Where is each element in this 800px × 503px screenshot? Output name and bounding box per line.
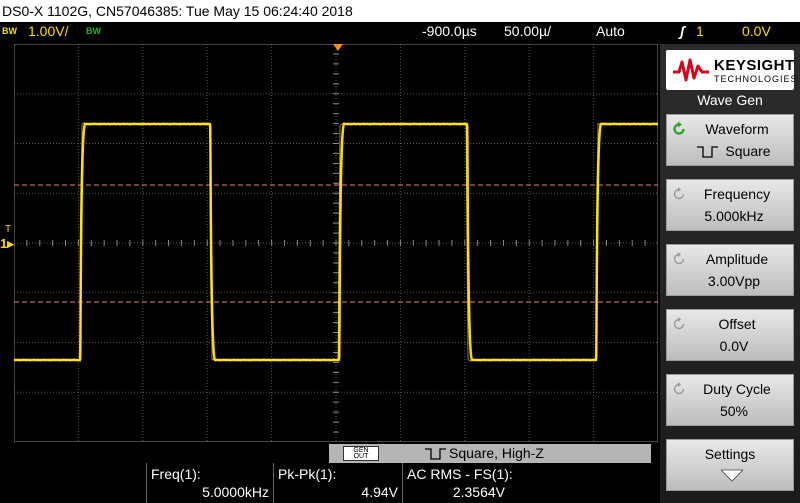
brand-subtitle: TECHNOLOGIES — [714, 74, 798, 84]
wavegen-status-bar: GEN OUT Square, High-Z — [329, 444, 651, 463]
square-wave-icon — [425, 448, 446, 460]
title-bar: DS0-X 1102G, CN57046385: Tue May 15 06:2… — [0, 0, 800, 22]
trigger-status: ʃ 1 0.0V — [660, 22, 800, 41]
measurement-freq[interactable]: Freq(1): 5.0000kHz — [146, 463, 273, 503]
gen-out-badge: GEN OUT — [343, 446, 379, 461]
softkey-waveform[interactable]: Waveform Square — [666, 114, 794, 166]
measurement-value: 5.0000kHz — [202, 484, 269, 500]
title-text: DS0-X 1102G, CN57046385: Tue May 15 06:2… — [2, 3, 353, 19]
softkey-frequency-label: Frequency — [703, 186, 771, 202]
gen-out-line2: OUT — [353, 453, 369, 460]
status-bar: BW 1.00V/ BW -900.0µs 50.00µ/ Auto — [0, 22, 660, 41]
softkey-offset-label: Offset — [718, 316, 756, 332]
softkey-amplitude-value: 3.00Vpp — [707, 273, 761, 289]
trigger-level[interactable]: 0.0V — [742, 22, 771, 41]
measurement-label: Pk-Pk(1): — [278, 466, 337, 482]
ch1-vertical-scale[interactable]: 1.00V/ — [28, 22, 68, 41]
keysight-wave-icon — [673, 58, 709, 82]
softkey-amplitude-label: Amplitude — [705, 251, 769, 267]
brand-name: KEYSIGHT — [714, 57, 795, 74]
waveform-display[interactable]: T 1▸ — [0, 44, 658, 442]
softkey-amplitude[interactable]: Amplitude 3.00Vpp — [666, 244, 794, 296]
softkey-duty-cycle-label: Duty Cycle — [703, 381, 771, 397]
measurement-ac-rms[interactable]: AC RMS - FS(1): 2.3564V — [402, 463, 513, 503]
softkey-settings-label: Settings — [704, 446, 756, 462]
wavegen-status-text: Square, High-Z — [449, 445, 544, 461]
ch2-bw-limit-badge: BW — [86, 26, 101, 36]
softkey-offset[interactable]: Offset 0.0V — [666, 309, 794, 361]
ch1-bw-limit-badge: BW — [2, 26, 17, 36]
measurement-value: 2.3564V — [452, 484, 505, 500]
softkey-waveform-value-text: Square — [725, 143, 771, 159]
measurement-bar: Freq(1): 5.0000kHz Pk-Pk(1): 4.94V AC RM… — [0, 463, 660, 503]
softkey-waveform-value: Square — [667, 143, 793, 159]
time-position[interactable]: -900.0µs — [422, 22, 477, 41]
softkey-waveform-label: Waveform — [705, 121, 769, 137]
square-wave-icon — [697, 146, 719, 158]
brand-logo: KEYSIGHT TECHNOLOGIES — [666, 50, 797, 90]
measurement-value: 4.94V — [361, 484, 398, 500]
trigger-edge-icon: ʃ — [680, 23, 685, 39]
time-scale[interactable]: 50.00µ/ — [504, 22, 551, 41]
ch1-ground-marker[interactable]: 1▸ — [0, 236, 14, 252]
softkey-offset-value: 0.0V — [719, 338, 749, 354]
softkey-duty-cycle-value: 50% — [719, 403, 749, 419]
trigger-mode[interactable]: Auto — [596, 22, 625, 41]
measurement-pkpk[interactable]: Pk-Pk(1): 4.94V — [273, 463, 402, 503]
trigger-source[interactable]: 1 — [696, 22, 704, 41]
measurement-label: AC RMS - FS(1): — [407, 466, 513, 482]
measurement-label: Freq(1): — [151, 466, 201, 482]
softkey-frequency-value: 5.000kHz — [704, 208, 764, 224]
down-arrow-icon — [721, 469, 743, 482]
softkey-panel: KEYSIGHT TECHNOLOGIES Wave Gen Waveform … — [660, 44, 800, 503]
waveform-graticule — [14, 44, 658, 442]
trigger-level-marker[interactable]: T — [5, 224, 11, 235]
softkey-duty-cycle[interactable]: Duty Cycle 50% — [666, 374, 794, 426]
softkey-frequency[interactable]: Frequency 5.000kHz — [666, 179, 794, 231]
softkey-settings[interactable]: Settings — [666, 439, 794, 491]
ground-icon: ▸ — [7, 236, 14, 251]
menu-title: Wave Gen — [697, 92, 763, 108]
